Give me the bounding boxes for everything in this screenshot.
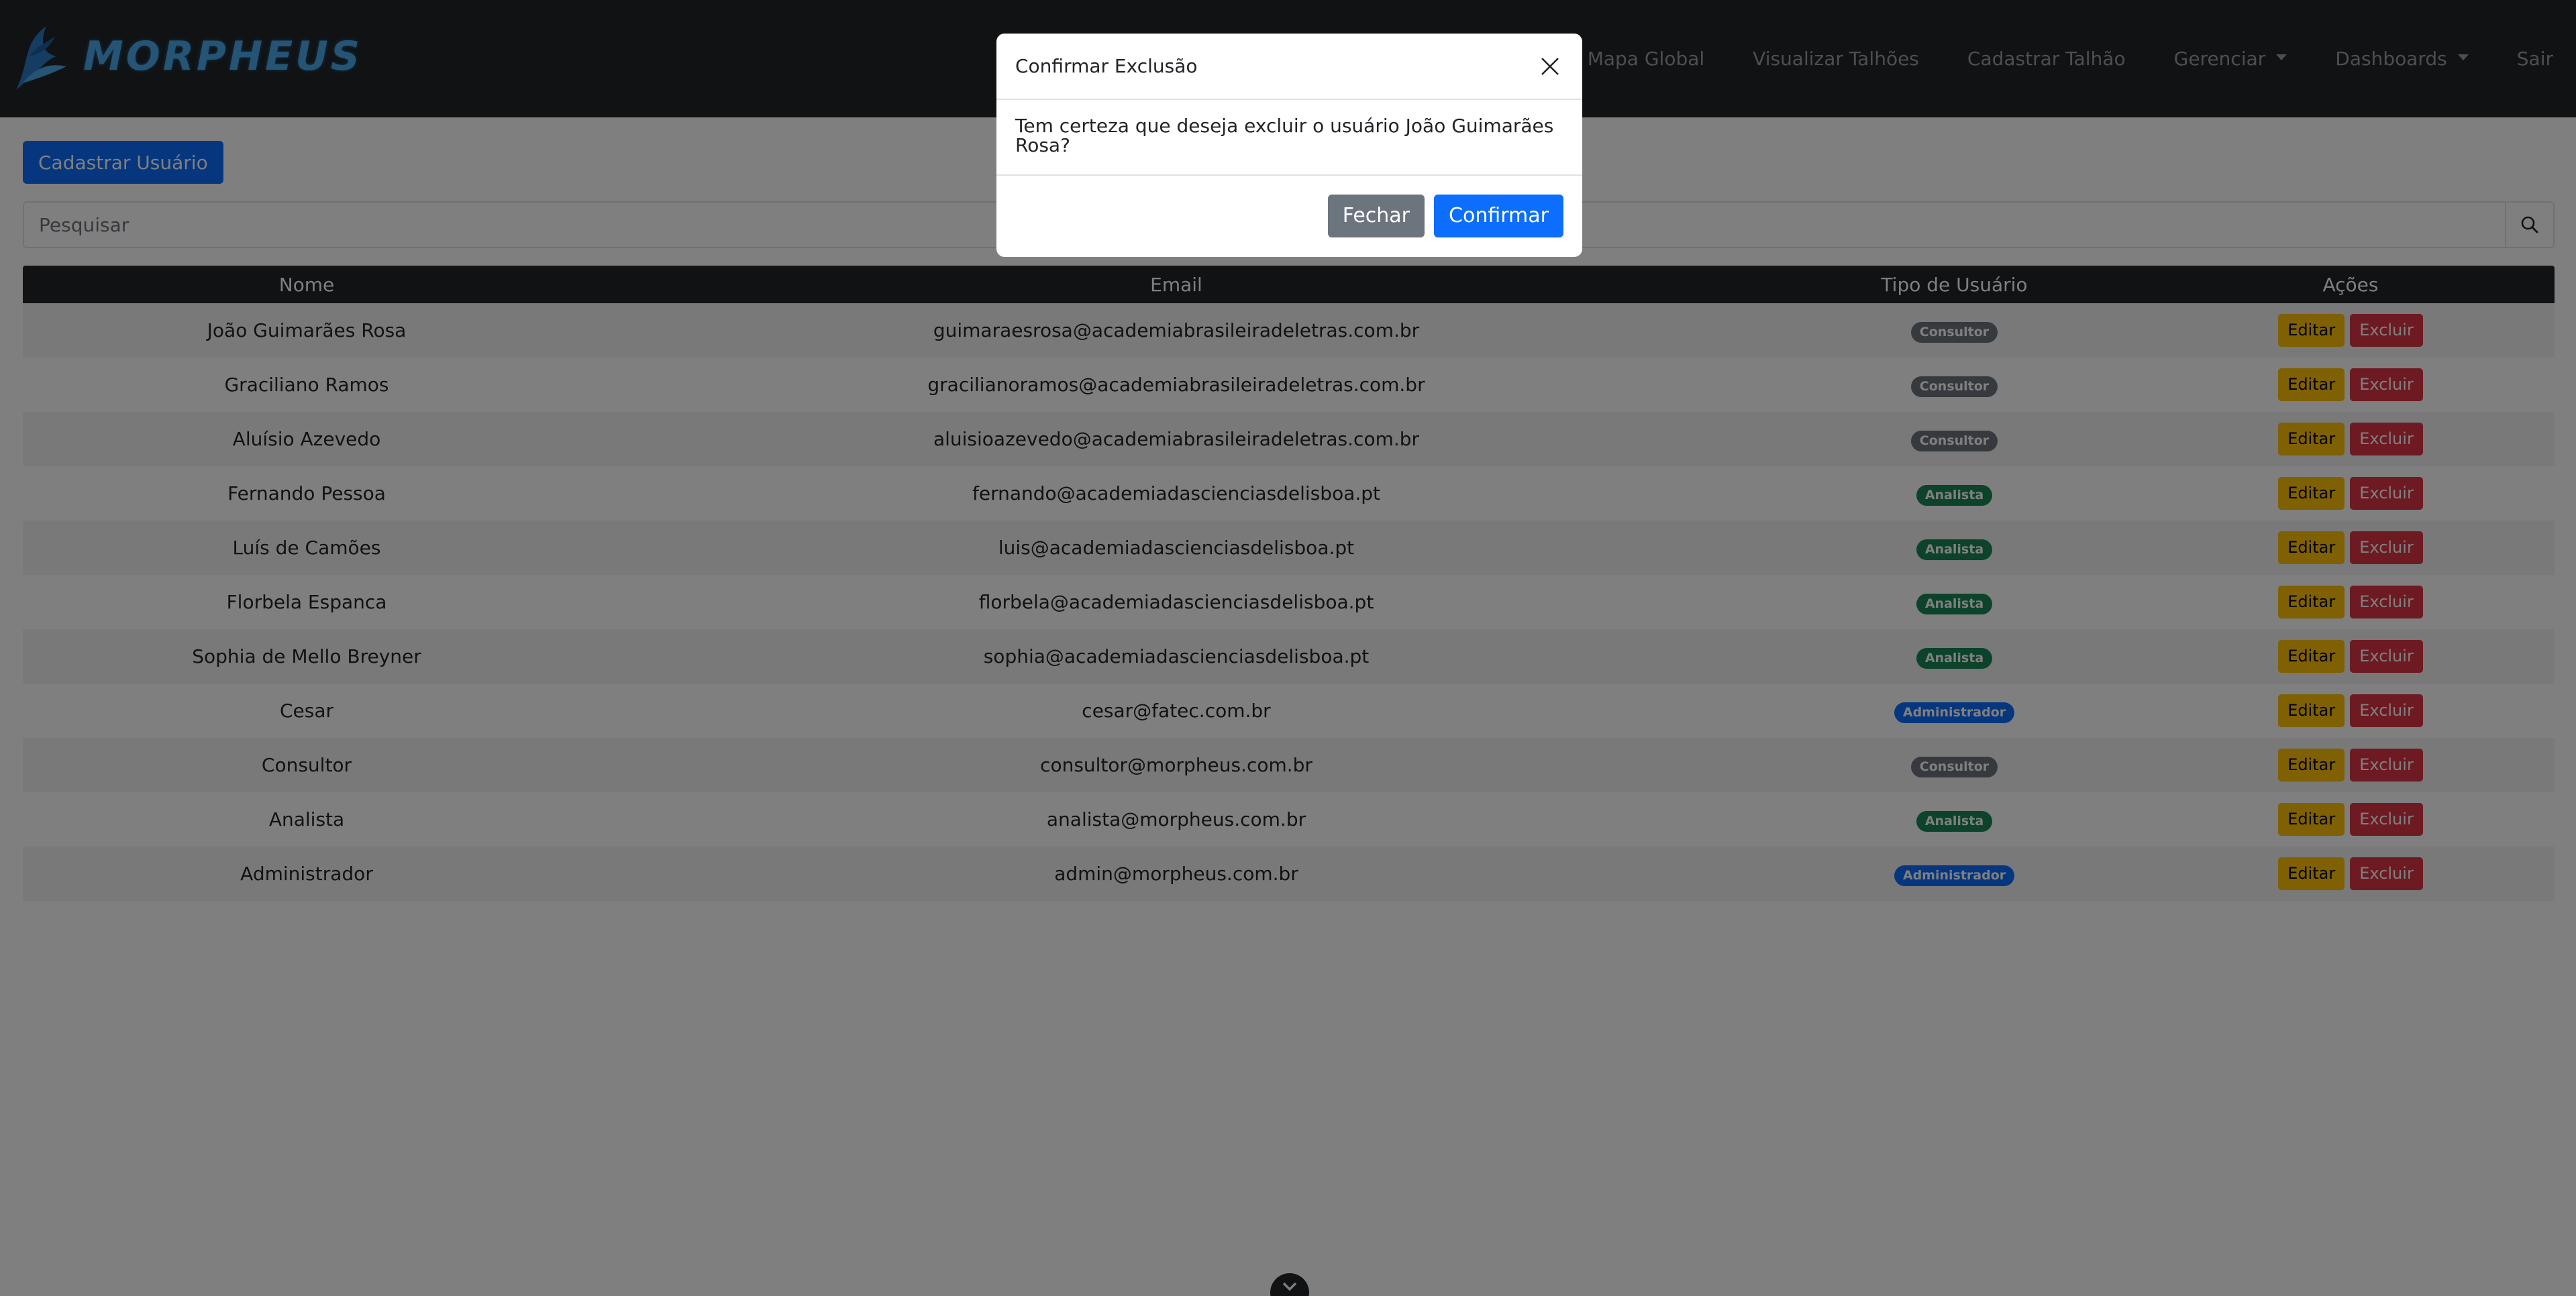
fechar-button[interactable]: Fechar [1327, 194, 1425, 237]
confirmar-button[interactable]: Confirmar [1434, 194, 1563, 237]
confirm-delete-modal: Confirmar Exclusão Tem certeza que desej… [996, 34, 1582, 257]
modal-footer: Fechar Confirmar [996, 176, 1582, 256]
close-icon [1541, 57, 1559, 75]
close-button[interactable] [1537, 53, 1563, 80]
modal-title: Confirmar Exclusão [1015, 55, 1198, 77]
modal-header: Confirmar Exclusão [996, 34, 1582, 100]
modal-message: Tem certeza que deseja excluir o usuário… [996, 100, 1582, 176]
